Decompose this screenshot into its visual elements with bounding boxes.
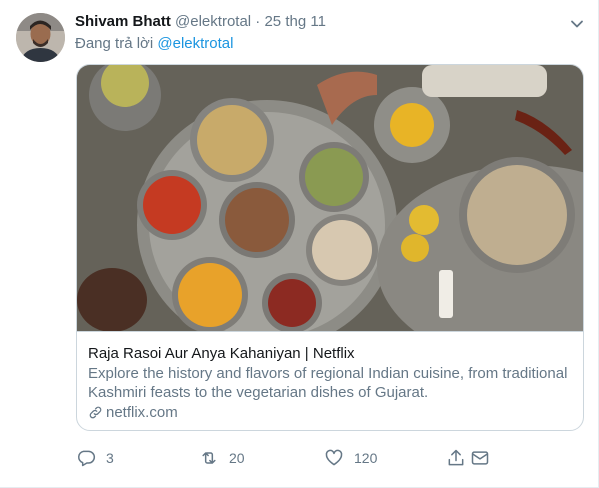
like-button[interactable]: 120: [324, 448, 377, 468]
retweet-icon: [202, 452, 216, 464]
like-count: 120: [354, 450, 378, 466]
card-description: Explore the history and flavors of regio…: [88, 365, 568, 401]
link-icon: [89, 406, 102, 419]
card-domain: netflix.com: [88, 403, 573, 422]
reply-prefix: Đang trả lời: [75, 35, 154, 52]
reply-button[interactable]: 3: [76, 448, 114, 468]
retweet-count: 20: [229, 450, 245, 466]
tweet[interactable]: Shivam Bhatt @elektrotal · 25 thg 11 Đan…: [0, 0, 599, 488]
dm-icon: [471, 451, 489, 465]
card-title: Raja Rasoi Aur Anya Kahaniyan | Netflix: [88, 345, 355, 362]
reply-count: 3: [106, 450, 114, 466]
card-domain-text: netflix.com: [106, 404, 178, 421]
share-icon: [448, 449, 464, 466]
reply-context: Đang trả lời @elektrotal: [75, 34, 233, 54]
link-card[interactable]: Raja Rasoi Aur Anya Kahaniyan | Netflix …: [76, 64, 584, 431]
dm-button[interactable]: [470, 448, 500, 468]
timestamp[interactable]: 25 thg 11: [264, 13, 325, 30]
tweet-actions: 3 20 120: [76, 448, 496, 470]
reply-icon: [78, 450, 96, 467]
reply-to-link[interactable]: @elektrotal: [157, 35, 233, 52]
avatar[interactable]: [16, 13, 65, 62]
retweet-button[interactable]: 20: [199, 448, 245, 468]
author-handle[interactable]: @elektrotal: [175, 13, 251, 30]
tweet-header: Shivam Bhatt @elektrotal · 25 thg 11: [75, 12, 326, 32]
separator: ·: [255, 13, 261, 30]
chevron-down-icon[interactable]: [567, 14, 587, 34]
card-body[interactable]: Raja Rasoi Aur Anya Kahaniyan | Netflix …: [77, 331, 583, 430]
like-icon: [325, 449, 343, 466]
card-image[interactable]: [77, 65, 583, 331]
author-name[interactable]: Shivam Bhatt: [75, 13, 171, 30]
